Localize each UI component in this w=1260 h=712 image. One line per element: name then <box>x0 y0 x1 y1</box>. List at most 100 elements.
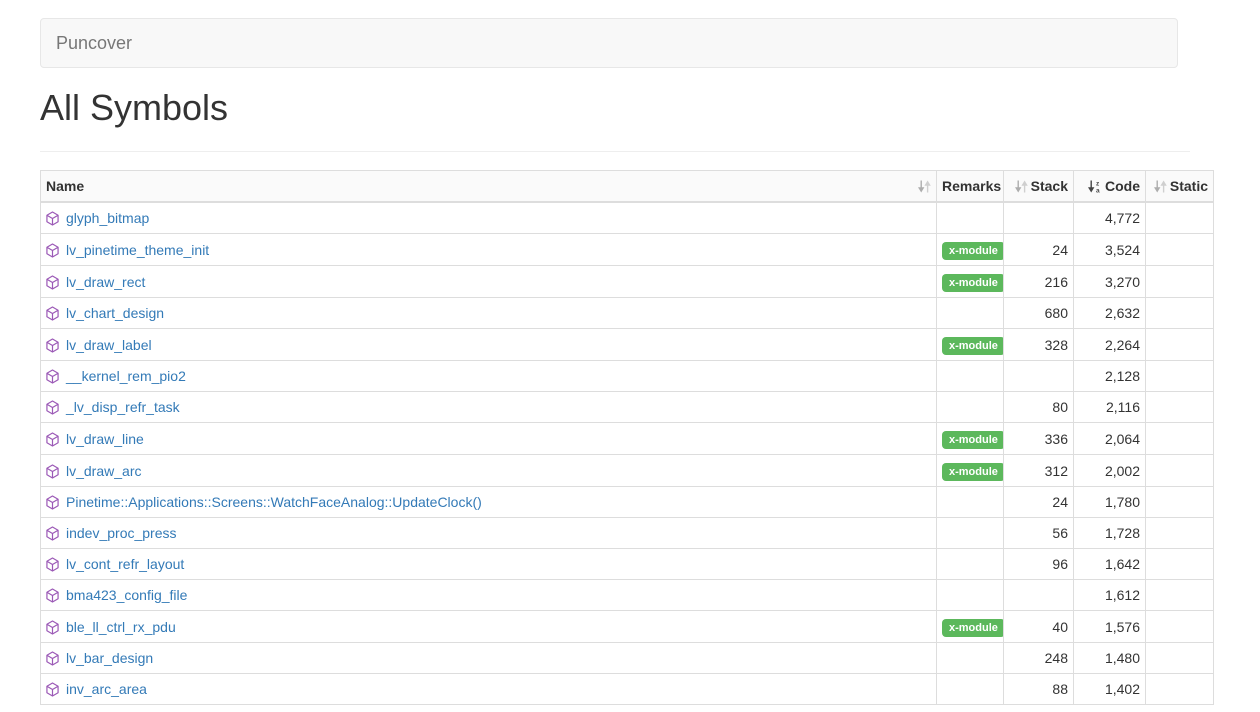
x-module-badge: x-module <box>942 274 1004 292</box>
column-header-code-label: Code <box>1105 178 1140 194</box>
remarks-cell <box>937 674 1004 705</box>
symbol-link[interactable]: lv_bar_design <box>66 650 153 666</box>
stack-cell: 88 <box>1004 674 1074 705</box>
code-cell: 1,780 <box>1074 487 1146 518</box>
symbol-link[interactable]: _lv_disp_refr_task <box>66 399 180 415</box>
symbol-link[interactable]: indev_proc_press <box>66 525 177 541</box>
cube-icon <box>46 242 66 258</box>
name-cell: lv_draw_line <box>41 423 937 455</box>
code-cell: 2,116 <box>1074 392 1146 423</box>
symbol-link[interactable]: lv_draw_line <box>66 431 144 447</box>
stack-cell <box>1004 580 1074 611</box>
table-row: __kernel_rem_pio2 2,128 <box>41 361 1214 392</box>
column-header-name-label: Name <box>46 176 84 196</box>
static-cell <box>1146 234 1214 266</box>
cube-icon <box>46 494 66 510</box>
remarks-cell: x-module <box>937 329 1004 361</box>
cube-icon <box>46 210 66 226</box>
table-row: indev_proc_press 56 1,728 <box>41 518 1214 549</box>
code-cell: 1,728 <box>1074 518 1146 549</box>
code-cell: 1,642 <box>1074 549 1146 580</box>
name-cell: Pinetime::Applications::Screens::WatchFa… <box>41 487 937 518</box>
stack-cell: 312 <box>1004 455 1074 487</box>
table-row: ble_ll_ctrl_rx_pdu x-module 40 1,576 <box>41 611 1214 643</box>
symbol-link[interactable]: inv_arc_area <box>66 681 147 697</box>
stack-cell: 80 <box>1004 392 1074 423</box>
static-cell <box>1146 202 1214 234</box>
static-cell <box>1146 580 1214 611</box>
static-cell <box>1146 518 1214 549</box>
table-row: lv_draw_rect x-module 216 3,270 <box>41 266 1214 298</box>
remarks-cell: x-module <box>937 611 1004 643</box>
name-cell: lv_bar_design <box>41 643 937 674</box>
column-header-name[interactable]: Name <box>41 171 937 203</box>
stack-cell: 216 <box>1004 266 1074 298</box>
table-row: lv_pinetime_theme_init x-module 24 3,524 <box>41 234 1214 266</box>
code-cell: 4,772 <box>1074 202 1146 234</box>
remarks-cell: x-module <box>937 266 1004 298</box>
code-cell: 1,402 <box>1074 674 1146 705</box>
code-cell: 1,480 <box>1074 643 1146 674</box>
symbol-link[interactable]: __kernel_rem_pio2 <box>66 368 186 384</box>
table-row: lv_bar_design 248 1,480 <box>41 643 1214 674</box>
name-cell: lv_chart_design <box>41 298 937 329</box>
symbol-link[interactable]: Pinetime::Applications::Screens::WatchFa… <box>66 494 482 510</box>
column-header-static[interactable]: Static <box>1146 171 1214 203</box>
static-cell <box>1146 298 1214 329</box>
code-cell: 2,128 <box>1074 361 1146 392</box>
symbol-link[interactable]: lv_pinetime_theme_init <box>66 242 209 258</box>
column-header-code[interactable]: z a Code <box>1074 171 1146 203</box>
static-cell <box>1146 674 1214 705</box>
column-header-stack[interactable]: Stack <box>1004 171 1074 203</box>
name-cell: lv_draw_label <box>41 329 937 361</box>
static-cell <box>1146 487 1214 518</box>
symbol-link[interactable]: lv_draw_label <box>66 337 152 353</box>
name-cell: lv_draw_rect <box>41 266 937 298</box>
svg-text:a: a <box>1096 188 1100 194</box>
symbols-table: Name Remarks Stack <box>40 170 1214 705</box>
symbol-link[interactable]: lv_cont_refr_layout <box>66 556 184 572</box>
remarks-cell <box>937 643 1004 674</box>
symbol-link[interactable]: glyph_bitmap <box>66 210 149 226</box>
table-row: _lv_disp_refr_task 80 2,116 <box>41 392 1214 423</box>
name-cell: ble_ll_ctrl_rx_pdu <box>41 611 937 643</box>
column-header-remarks[interactable]: Remarks <box>937 171 1004 203</box>
remarks-cell <box>937 392 1004 423</box>
static-cell <box>1146 643 1214 674</box>
symbol-link[interactable]: lv_draw_arc <box>66 463 141 479</box>
remarks-cell: x-module <box>937 423 1004 455</box>
table-row: lv_draw_label x-module 328 2,264 <box>41 329 1214 361</box>
navbar: Puncover <box>40 18 1178 68</box>
cube-icon <box>46 337 66 353</box>
stack-cell: 24 <box>1004 487 1074 518</box>
name-cell: inv_arc_area <box>41 674 937 705</box>
column-header-stack-label: Stack <box>1031 178 1068 194</box>
remarks-cell <box>937 361 1004 392</box>
cube-icon <box>46 274 66 290</box>
stack-cell: 40 <box>1004 611 1074 643</box>
remarks-cell <box>937 518 1004 549</box>
table-header: Name Remarks Stack <box>41 171 1214 203</box>
name-cell: __kernel_rem_pio2 <box>41 361 937 392</box>
symbol-link[interactable]: bma423_config_file <box>66 587 187 603</box>
x-module-badge: x-module <box>942 431 1004 449</box>
table-row: lv_chart_design 680 2,632 <box>41 298 1214 329</box>
table-row: lv_draw_arc x-module 312 2,002 <box>41 455 1214 487</box>
stack-cell: 680 <box>1004 298 1074 329</box>
column-header-static-label: Static <box>1170 178 1208 194</box>
cube-icon <box>46 305 66 321</box>
name-cell: glyph_bitmap <box>41 202 937 234</box>
navbar-brand[interactable]: Puncover <box>41 18 147 68</box>
code-cell: 1,576 <box>1074 611 1146 643</box>
code-cell: 3,524 <box>1074 234 1146 266</box>
static-cell <box>1146 611 1214 643</box>
cube-icon <box>46 619 66 635</box>
stack-cell: 96 <box>1004 549 1074 580</box>
symbol-link[interactable]: ble_ll_ctrl_rx_pdu <box>66 619 176 635</box>
symbol-link[interactable]: lv_draw_rect <box>66 274 145 290</box>
symbol-link[interactable]: lv_chart_design <box>66 305 164 321</box>
remarks-cell <box>937 487 1004 518</box>
code-cell: 3,270 <box>1074 266 1146 298</box>
cube-icon <box>46 525 66 541</box>
stack-cell: 328 <box>1004 329 1074 361</box>
